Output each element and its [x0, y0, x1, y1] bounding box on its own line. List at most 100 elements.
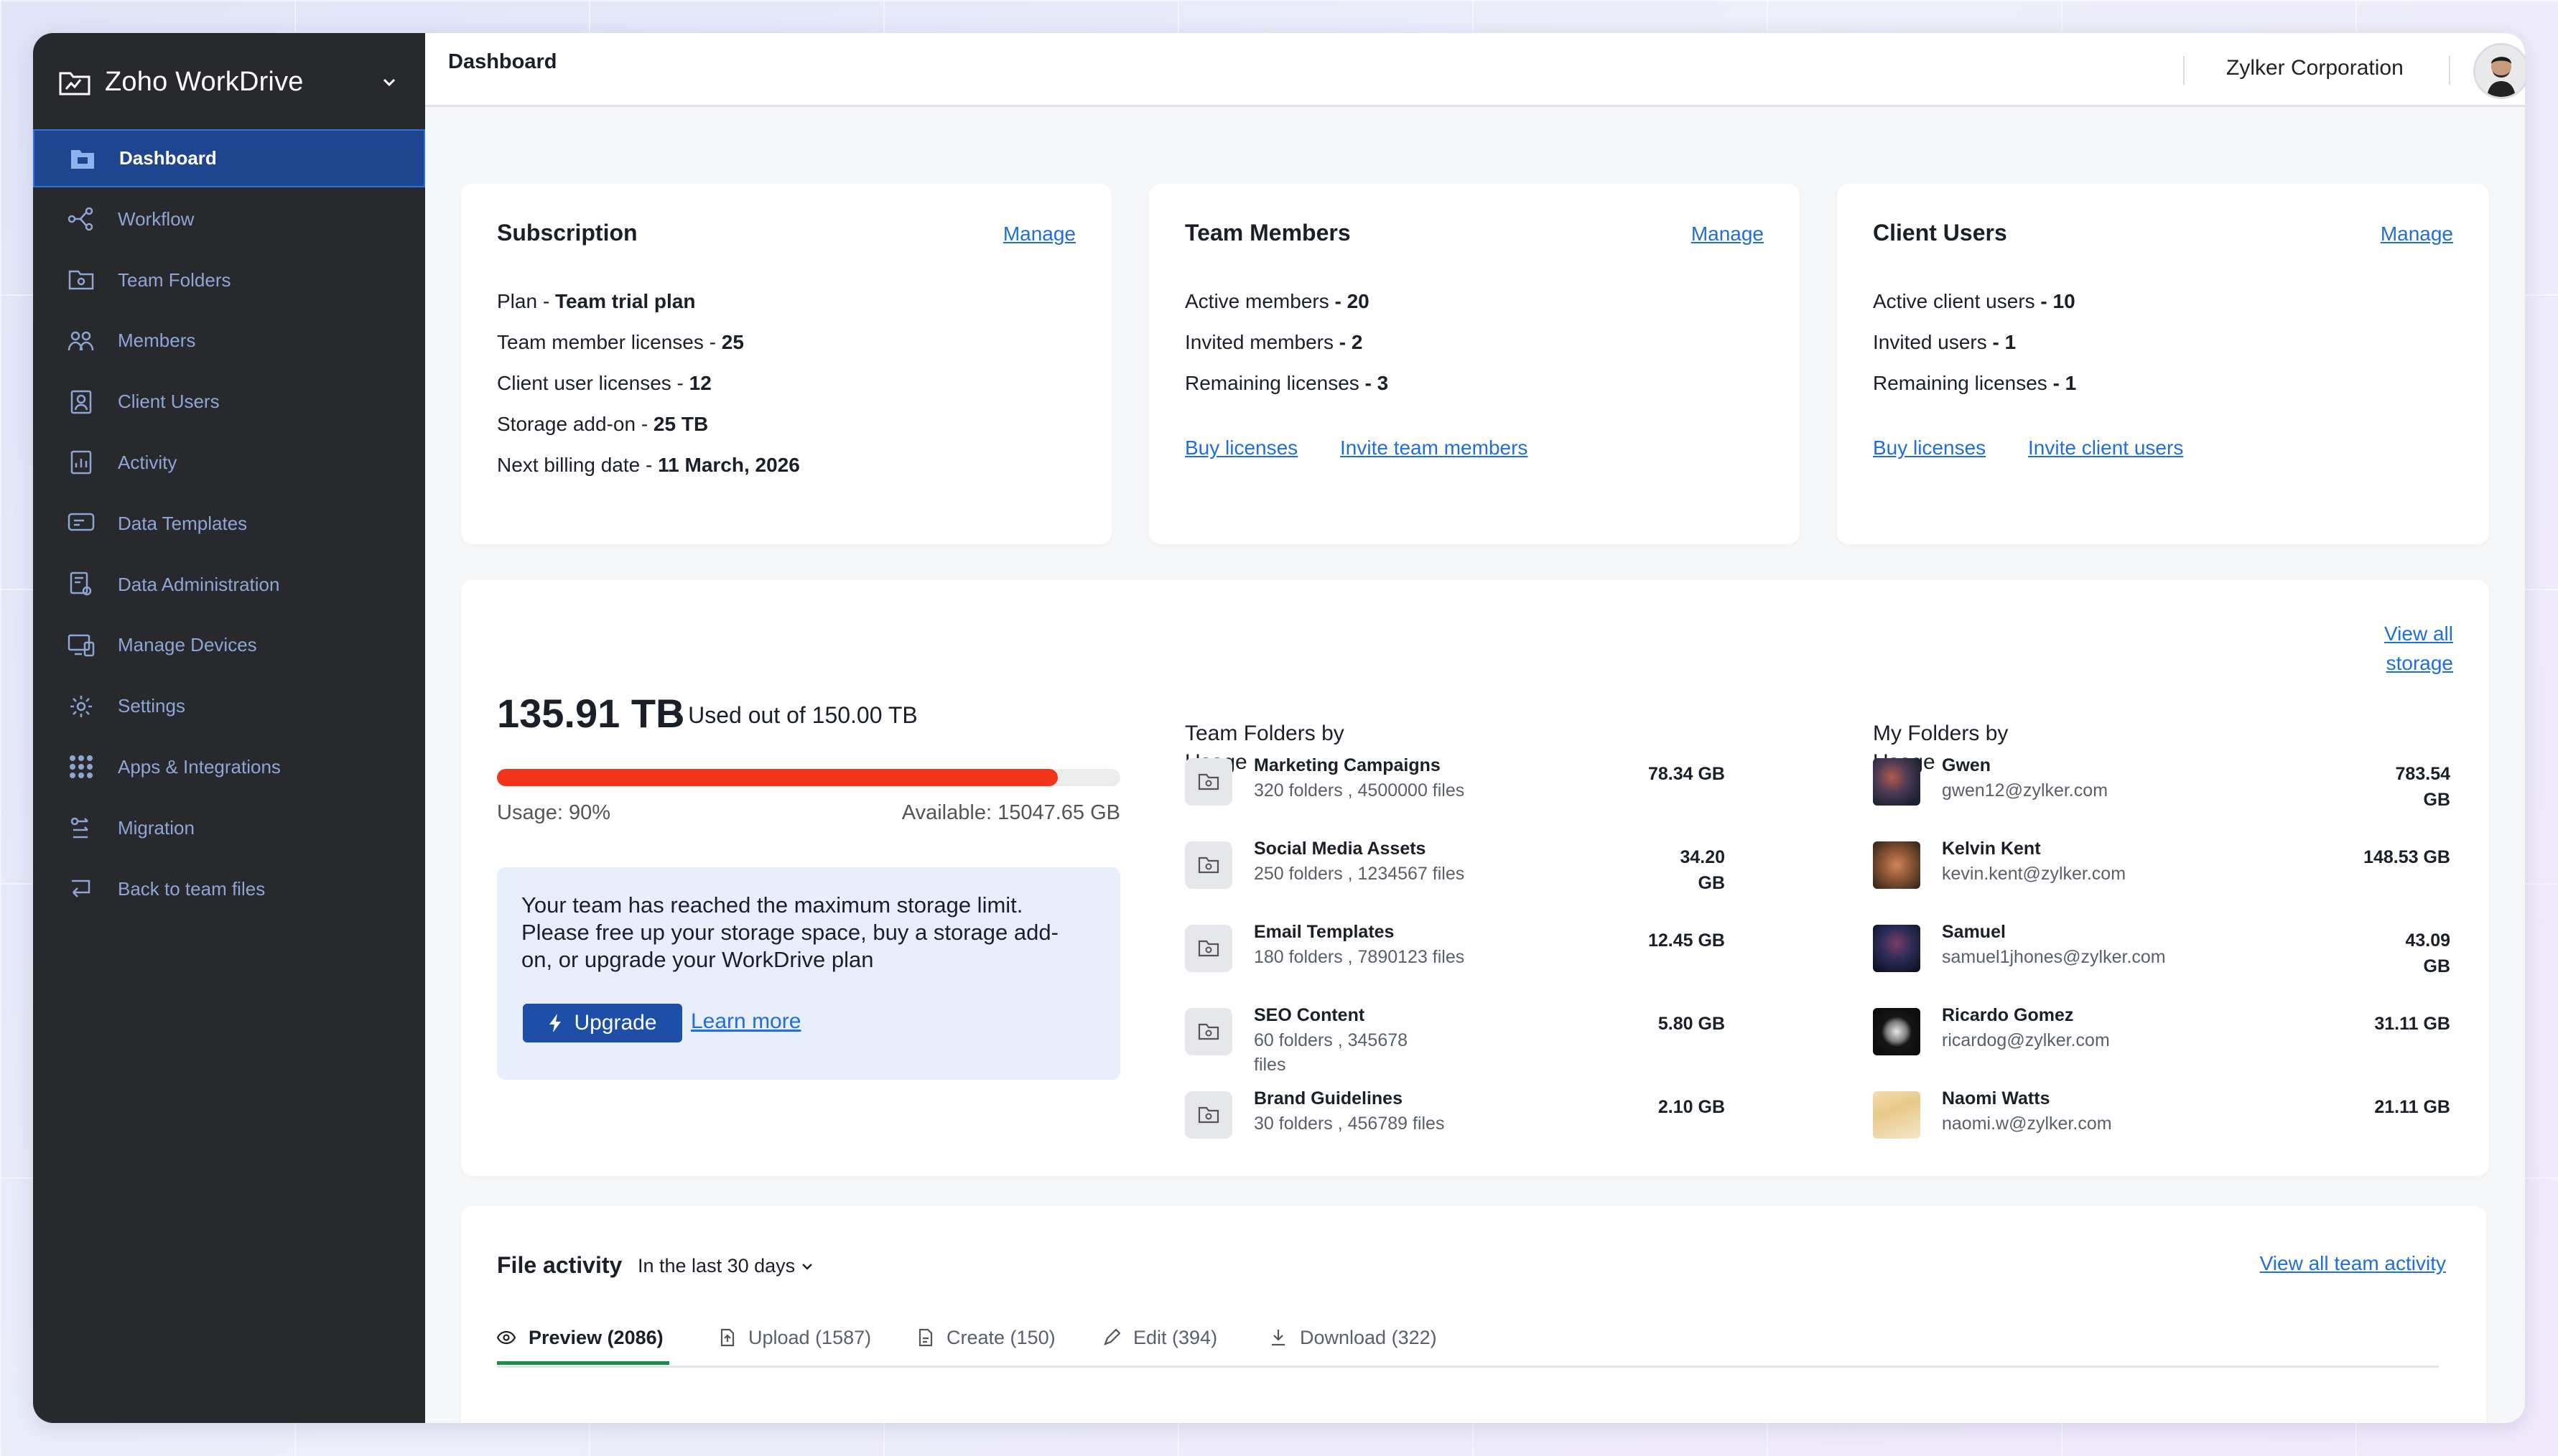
folder-name: Marketing Campaigns: [1254, 755, 1441, 775]
divider: [2183, 56, 2185, 85]
user-storage-size: 148.53 GB: [2363, 847, 2450, 867]
activity-tabs: Preview (2086) Upload (1587) Create (150…: [497, 1318, 2439, 1368]
sidebar: Zoho WorkDrive Dashboard Workflow Team F…: [33, 33, 425, 1423]
file-activity-title: File activity: [497, 1252, 623, 1278]
folder-size: 12.45 GB: [1647, 930, 1725, 951]
sidebar-item-data-administration[interactable]: Data Administration: [33, 556, 425, 614]
sidebar-item-workflow[interactable]: Workflow: [33, 190, 425, 248]
user-storage-size: 783.54 GB: [2395, 764, 2450, 810]
active-members-line: Active members - 20: [1185, 290, 1369, 312]
migration-icon: [68, 814, 95, 841]
brand-switcher[interactable]: Zoho WorkDrive: [57, 53, 417, 111]
sidebar-item-label: Settings: [118, 695, 185, 717]
folder-name: SEO Content: [1254, 1005, 1365, 1025]
team-folder-icon: [1185, 1008, 1232, 1055]
gear-icon: [68, 693, 95, 720]
data-administration-icon: [68, 571, 95, 598]
upgrade-button[interactable]: Upgrade: [523, 1004, 682, 1042]
sidebar-item-data-templates[interactable]: Data Templates: [33, 495, 425, 553]
manage-team-members-link[interactable]: Manage: [1691, 223, 1764, 246]
alert-message: Your team has reached the maximum storag…: [521, 892, 1059, 972]
storage-used-suffix: • Used out of 150.00 TB: [674, 702, 918, 728]
manage-client-users-link[interactable]: Manage: [2381, 223, 2453, 246]
team-folder-icon: [1185, 758, 1232, 806]
sidebar-item-members[interactable]: Members: [33, 312, 425, 370]
sidebar-item-client-users[interactable]: Client Users: [33, 373, 425, 431]
card-title: Client Users: [1873, 220, 2007, 246]
app-window: Zoho WorkDrive Dashboard Workflow Team F…: [33, 33, 2525, 1423]
storage-usage-bar: [497, 769, 1120, 786]
user-thumbnail: [1873, 758, 1920, 806]
sidebar-item-label: Client Users: [118, 391, 220, 413]
tab-create[interactable]: Create (150): [918, 1318, 1056, 1357]
view-all-storage-link[interactable]: View all storage: [2384, 619, 2453, 678]
sidebar-item-activity[interactable]: Activity: [33, 434, 425, 492]
manage-subscription-link[interactable]: Manage: [1003, 223, 1076, 246]
date-range-dropdown[interactable]: In the last 30 days: [638, 1255, 815, 1277]
sidebar-item-label: Workflow: [118, 207, 195, 230]
buy-licenses-link[interactable]: Buy licenses: [1873, 437, 1986, 459]
folder-name: Email Templates: [1254, 922, 1395, 942]
storage-usage-fill: [497, 769, 1059, 786]
sidebar-item-dashboard[interactable]: Dashboard: [33, 129, 425, 187]
divider: [2449, 56, 2450, 85]
avatar[interactable]: [2473, 43, 2525, 99]
user-email: samuel1jhones@zylker.com: [1942, 947, 2166, 967]
buy-licenses-link[interactable]: Buy licenses: [1185, 437, 1298, 459]
activity-icon: [68, 449, 95, 476]
tab-download[interactable]: Download (322): [1270, 1318, 1437, 1357]
workdrive-logo-icon: [59, 72, 90, 95]
lightning-icon: [549, 1014, 562, 1032]
sidebar-item-migration[interactable]: Migration: [33, 799, 425, 857]
invite-client-users-link[interactable]: Invite client users: [2028, 437, 2183, 459]
folder-size: 5.80 GB: [1657, 1014, 1725, 1034]
invited-users-line: Invited users - 1: [1873, 331, 2017, 353]
storage-limit-alert: Your team has reached the maximum storag…: [497, 867, 1120, 1080]
brand-name: Zoho WorkDrive: [105, 66, 304, 97]
data-templates-icon: [68, 510, 95, 537]
chevron-down-icon: [802, 1263, 813, 1270]
members-icon: [68, 327, 95, 355]
chevron-down-icon[interactable]: [379, 72, 399, 92]
folder-meta: 180 folders , 7890123 files: [1254, 947, 1465, 967]
plan-line: Plan - Team trial plan: [497, 290, 696, 312]
organization-name[interactable]: Zylker Corporation: [2226, 56, 2404, 80]
manage-devices-icon: [68, 632, 95, 659]
tab-edit[interactable]: Edit (394): [1103, 1318, 1217, 1357]
eye-icon: [497, 1330, 516, 1345]
team-folder-icon: [1185, 925, 1232, 972]
user-storage-size: 21.11 GB: [2374, 1097, 2450, 1117]
sidebar-item-back-to-team-files[interactable]: Back to team files: [33, 860, 425, 918]
sidebar-item-label: Activity: [118, 451, 177, 473]
sidebar-item-label: Apps & Integrations: [118, 755, 281, 778]
user-thumbnail: [1873, 841, 1920, 889]
active-tab-indicator: [497, 1361, 669, 1365]
sidebar-item-apps-integrations[interactable]: Apps & Integrations: [33, 738, 425, 796]
team-folder-icon: [1185, 1091, 1232, 1139]
learn-more-link[interactable]: Learn more: [691, 1009, 801, 1034]
folder-name: Brand Guidelines: [1254, 1088, 1403, 1109]
sidebar-item-team-folders[interactable]: Team Folders: [33, 251, 425, 309]
dashboard-folder-icon: [69, 145, 96, 172]
sidebar-nav: Dashboard Workflow Team Folders Members …: [33, 129, 425, 920]
tab-preview[interactable]: Preview (2086): [497, 1318, 664, 1357]
sidebar-item-manage-devices[interactable]: Manage Devices: [33, 616, 425, 674]
client-users-card: Client Users Manage Active client users …: [1837, 184, 2489, 544]
user-thumbnail: [1873, 1091, 1920, 1139]
folder-size: 34.20 GB: [1680, 847, 1725, 893]
tab-upload[interactable]: Upload (1587): [720, 1318, 871, 1357]
view-all-team-activity-link[interactable]: View all team activity: [2260, 1252, 2446, 1275]
folder-size: 2.10 GB: [1657, 1097, 1725, 1117]
client-user-licenses-line: Client user licenses - 12: [497, 372, 712, 394]
user-email: kevin.kent@zylker.com: [1942, 864, 2126, 884]
next-billing-line: Next billing date - 11 March, 2026: [497, 454, 800, 476]
sidebar-item-label: Migration: [118, 816, 195, 839]
sidebar-item-settings[interactable]: Settings: [33, 677, 425, 735]
subscription-card: Subscription Manage Plan - Team trial pl…: [461, 184, 1112, 544]
team-folder-icon: [1185, 841, 1232, 889]
user-storage-size: 31.11 GB: [2374, 1014, 2450, 1034]
create-icon: [918, 1328, 933, 1347]
folder-size: 78.34 GB: [1647, 764, 1725, 784]
invite-team-members-link[interactable]: Invite team members: [1340, 437, 1527, 459]
sidebar-item-label: Manage Devices: [118, 634, 257, 656]
